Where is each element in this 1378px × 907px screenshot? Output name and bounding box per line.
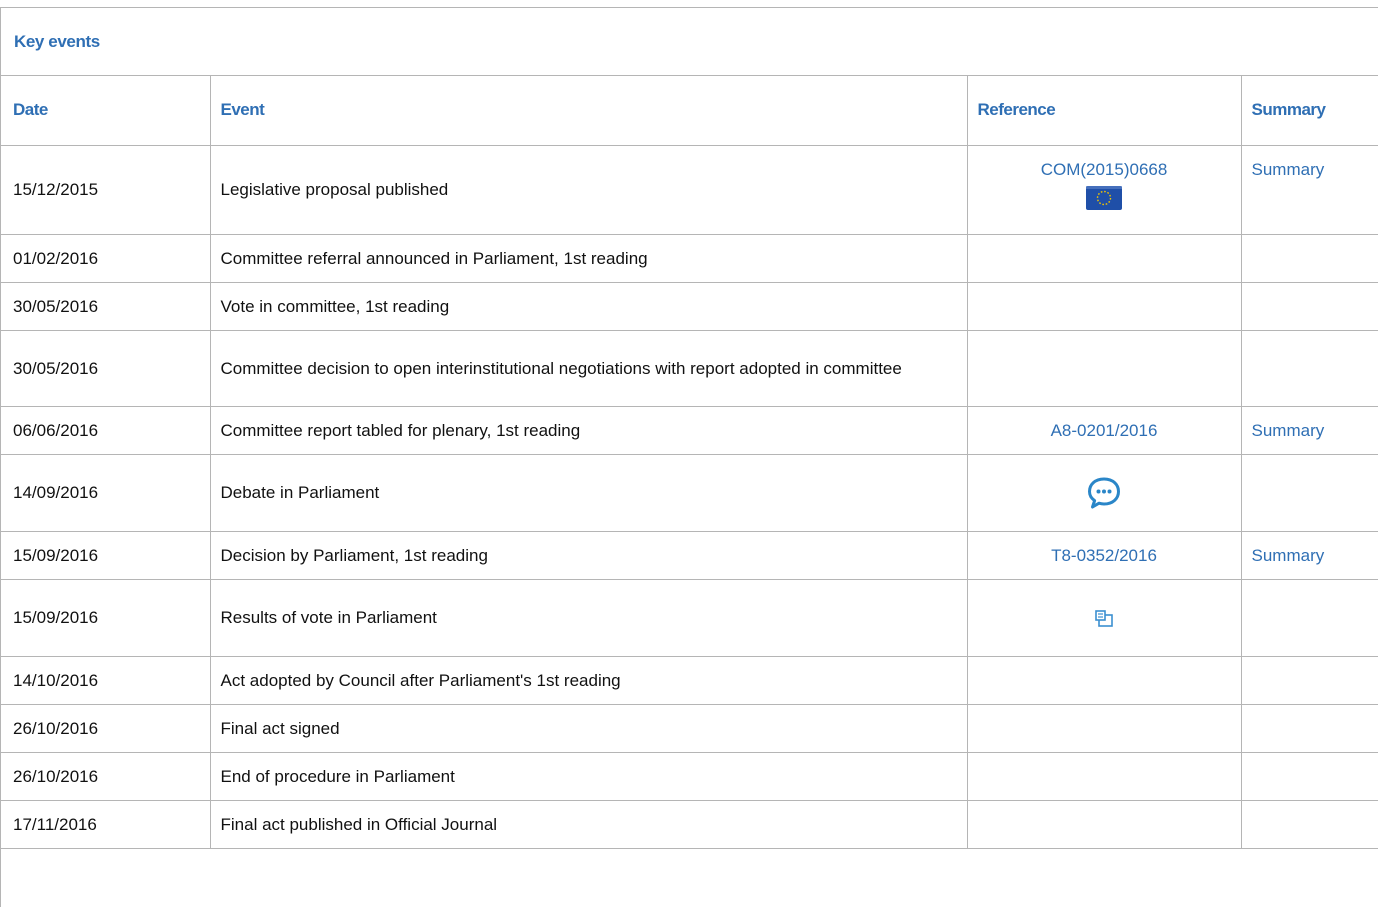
reference-cell: COM(2015)0668 [966,144,1242,235]
summary-cell [1240,329,1378,407]
event-description: Legislative proposal published [209,144,968,235]
summary-link[interactable]: Summary [1252,421,1325,440]
reference-cell [966,703,1242,753]
event-date: 01/02/2016 [1,233,211,283]
event-description: Act adopted by Council after Parliament'… [209,655,968,705]
reference-link[interactable]: T8-0352/2016 [1051,546,1157,565]
column-header-summary: Summary [1240,76,1378,146]
table-row: 15/09/2016 Decision by Parliament, 1st r… [1,530,1378,580]
column-header-event: Event [209,76,968,146]
summary-cell [1240,233,1378,283]
reference-cell [966,233,1242,283]
vote-results-icon[interactable] [1094,609,1114,629]
table-row: 30/05/2016 Committee decision to open in… [1,329,1378,407]
summary-cell [1240,655,1378,705]
summary-cell [1240,578,1378,657]
event-description: End of procedure in Parliament [209,751,968,801]
reference-cell [966,329,1242,407]
table-row: 01/02/2016 Committee referral announced … [1,233,1378,283]
event-description: Results of vote in Parliament [209,578,968,657]
event-date: 15/12/2015 [1,144,211,235]
summary-cell: Summary [1240,144,1378,235]
event-date: 26/10/2016 [1,751,211,801]
eu-flag-icon[interactable] [1086,185,1122,210]
event-description: Committee decision to open interinstitut… [209,329,968,407]
table-row: 26/10/2016 End of procedure in Parliamen… [1,751,1378,801]
panel-title: Key events [1,8,1378,76]
event-description: Debate in Parliament [209,453,968,532]
reference-cell [966,453,1242,532]
summary-cell [1240,751,1378,801]
summary-cell [1240,453,1378,532]
table-row: 06/06/2016 Committee report tabled for p… [1,405,1378,455]
reference-link[interactable]: COM(2015)0668 [1041,160,1168,179]
column-header-reference: Reference [966,76,1242,146]
summary-cell: Summary [1240,405,1378,455]
reference-cell [966,751,1242,801]
speech-bubble-icon[interactable] [1087,476,1121,510]
column-header-date: Date [1,76,211,146]
event-description: Committee referral announced in Parliame… [209,233,968,283]
reference-cell [966,578,1242,657]
key-events-panel: Key events Date Event Reference Summary … [0,7,1378,907]
event-description: Decision by Parliament, 1st reading [209,530,968,580]
summary-link[interactable]: Summary [1252,546,1325,565]
event-date: 30/05/2016 [1,281,211,331]
table-header-row: Date Event Reference Summary [1,76,1378,146]
event-date: 15/09/2016 [1,578,211,657]
table-row: 17/11/2016 Final act published in Offici… [1,799,1378,849]
table-row: 14/10/2016 Act adopted by Council after … [1,655,1378,705]
reference-cell [966,799,1242,849]
reference-cell [966,281,1242,331]
summary-cell [1240,281,1378,331]
event-date: 14/10/2016 [1,655,211,705]
summary-cell: Summary [1240,530,1378,580]
event-description: Final act published in Official Journal [209,799,968,849]
table-row: 14/09/2016 Debate in Parliament [1,453,1378,532]
reference-cell: T8-0352/2016 [966,530,1242,580]
reference-cell [966,655,1242,705]
event-description: Final act signed [209,703,968,753]
summary-cell [1240,703,1378,753]
summary-link[interactable]: Summary [1252,160,1325,179]
reference-link[interactable]: A8-0201/2016 [1051,421,1158,440]
event-date: 14/09/2016 [1,453,211,532]
table-row: 15/12/2015 Legislative proposal publishe… [1,144,1378,235]
table-row: 30/05/2016 Vote in committee, 1st readin… [1,281,1378,331]
event-description: Committee report tabled for plenary, 1st… [209,405,968,455]
event-date: 15/09/2016 [1,530,211,580]
event-date: 30/05/2016 [1,329,211,407]
reference-cell: A8-0201/2016 [966,405,1242,455]
table-row: 26/10/2016 Final act signed [1,703,1378,753]
event-date: 26/10/2016 [1,703,211,753]
event-description: Vote in committee, 1st reading [209,281,968,331]
summary-cell [1240,799,1378,849]
table-row: 15/09/2016 Results of vote in Parliament [1,578,1378,657]
event-date: 06/06/2016 [1,405,211,455]
event-date: 17/11/2016 [1,799,211,849]
key-events-table: Date Event Reference Summary 15/12/2015 … [1,76,1378,849]
